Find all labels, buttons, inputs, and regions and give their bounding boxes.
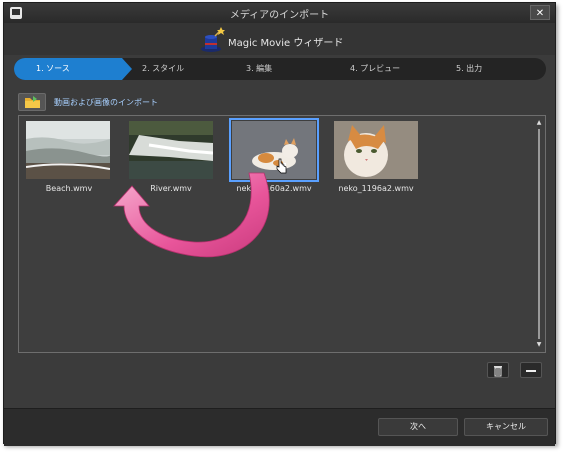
cancel-button[interactable]: キャンセル (464, 418, 548, 436)
scroll-track[interactable] (538, 129, 540, 339)
trash-icon (494, 366, 502, 377)
remove-button[interactable] (520, 362, 542, 378)
hand-cursor-icon (276, 158, 287, 174)
step-output[interactable]: 5. 出力 (456, 58, 482, 80)
wizard-header: Magic Movie ウィザード (4, 23, 555, 55)
delete-button[interactable] (487, 362, 509, 378)
step-bar: 1. ソース 2. スタイル 3. 編集 4. プレビュー 5. 出力 (14, 58, 546, 80)
footer-bar: 次へ キャンセル (4, 408, 555, 446)
scroll-down-icon[interactable]: ▼ (535, 341, 543, 349)
media-scrollbar[interactable]: ▲ ▼ (535, 119, 543, 349)
cat-closeup-thumbnail (334, 121, 418, 179)
title-bar: メディアのインポート ✕ (4, 3, 555, 24)
window-title: メディアのインポート (229, 10, 330, 21)
wizard-title: Magic Movie ウィザード (228, 38, 344, 49)
active-step-highlight (14, 58, 132, 80)
step-edit[interactable]: 3. 編集 (246, 58, 272, 80)
step-style[interactable]: 2. スタイル (142, 58, 184, 80)
next-button[interactable]: 次へ (378, 418, 458, 436)
media-item-neko-1196[interactable] (334, 121, 418, 179)
import-label[interactable]: 動画および画像のインポート (54, 97, 158, 108)
import-button[interactable] (18, 93, 46, 111)
minus-icon (526, 370, 536, 372)
magic-hat-icon (201, 27, 225, 52)
scroll-up-icon[interactable]: ▲ (535, 119, 543, 127)
close-button[interactable]: ✕ (530, 5, 550, 20)
folder-icon (25, 96, 40, 108)
step-preview[interactable]: 4. プレビュー (350, 58, 400, 80)
media-label: neko_1196a2.wmv (338, 184, 414, 193)
step-source[interactable]: 1. ソース (36, 58, 70, 80)
curved-arrow-annotation (113, 172, 270, 258)
import-dialog: メディアのインポート ✕ Magic Movie ウィザード 1. ソース 2.… (3, 2, 556, 446)
